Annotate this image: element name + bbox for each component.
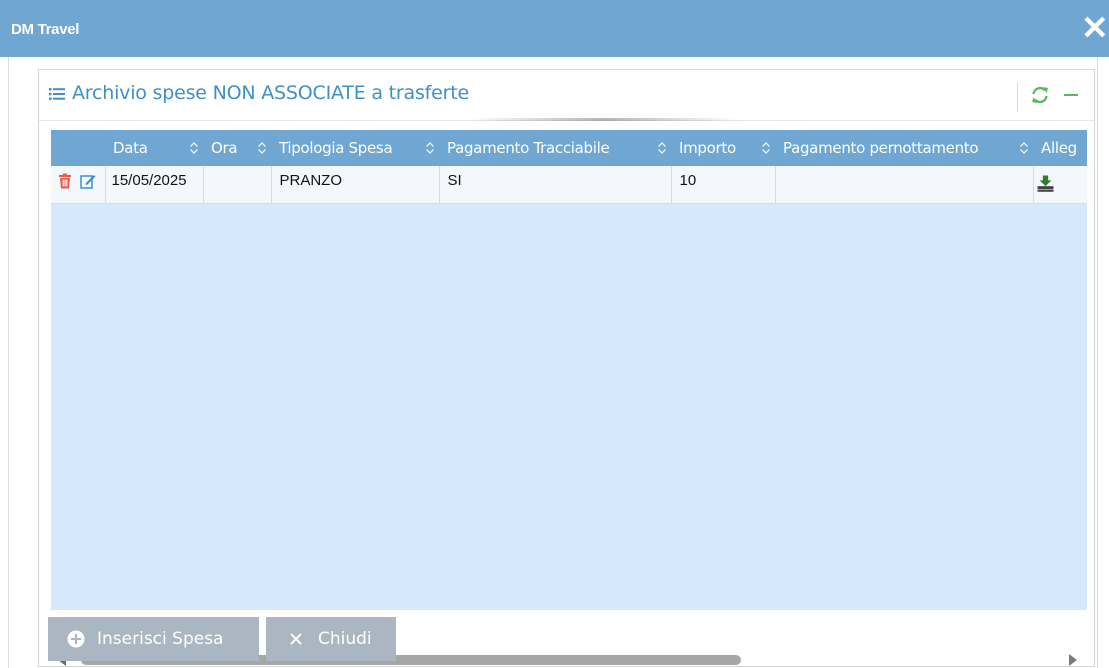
refresh-icon[interactable] (1030, 86, 1050, 104)
sort-icon (190, 142, 198, 154)
list-icon (49, 88, 65, 100)
col-allegato[interactable]: Alleg (1033, 130, 1087, 166)
cell-importo: 10 (671, 166, 776, 204)
download-icon[interactable] (1037, 175, 1054, 192)
col-importo[interactable]: Importo (671, 130, 775, 166)
trash-icon[interactable] (57, 173, 73, 189)
col-ora[interactable]: Ora (203, 130, 271, 166)
close-label: Chiudi (318, 629, 372, 649)
cell-tipologia: PRANZO (271, 166, 440, 204)
collapse-icon[interactable] (1061, 86, 1081, 104)
cell-data: 15/05/2025 (105, 166, 204, 204)
col-pagamento-pernottamento[interactable]: Pagamento pernottamento (775, 130, 1033, 166)
expenses-table: Data Ora Tipologia Spesa Pagamento Tracc… (51, 130, 1087, 204)
sort-icon (426, 142, 434, 154)
table-row[interactable]: 15/05/2025 PRANZO SI 10 (51, 166, 1087, 204)
sort-icon (658, 142, 666, 154)
col-data[interactable]: Data (105, 130, 203, 166)
panel-title: Archivio spese NON ASSOCIATE a trasferte (72, 82, 469, 104)
header-row: Data Ora Tipologia Spesa Pagamento Tracc… (51, 130, 1087, 166)
header-divider (469, 118, 739, 121)
window-title: DM Travel (11, 21, 80, 38)
row-actions (51, 166, 106, 204)
scroll-right-icon[interactable] (1068, 654, 1078, 666)
col-tipologia-spesa[interactable]: Tipologia Spesa (271, 130, 439, 166)
expenses-grid: Data Ora Tipologia Spesa Pagamento Tracc… (51, 130, 1087, 610)
cell-allegato (1033, 166, 1087, 204)
cell-pernottamento (775, 166, 1034, 204)
expenses-panel: Archivio spese NON ASSOCIATE a trasferte… (38, 69, 1095, 667)
col-pagamento-tracciabile[interactable]: Pagamento Tracciabile (439, 130, 671, 166)
edit-icon[interactable] (80, 173, 96, 189)
insert-expense-label: Inserisci Spesa (97, 629, 224, 649)
close-button[interactable]: Chiudi (266, 617, 396, 661)
sort-icon (258, 142, 266, 154)
col-actions (51, 130, 105, 166)
close-icon[interactable]: ✕ (1081, 11, 1109, 44)
toolbar-separator (1017, 82, 1018, 112)
sort-icon (762, 142, 770, 154)
plus-circle-icon (67, 630, 85, 648)
times-icon (290, 633, 302, 645)
sort-icon (1020, 142, 1028, 154)
dialog-titlebar: DM Travel ✕ (0, 0, 1109, 57)
panel-header: Archivio spese NON ASSOCIATE a trasferte (39, 70, 1094, 121)
insert-expense-button[interactable]: Inserisci Spesa (48, 617, 259, 661)
cell-ora (203, 166, 272, 204)
cell-tracciabile: SI (439, 166, 672, 204)
